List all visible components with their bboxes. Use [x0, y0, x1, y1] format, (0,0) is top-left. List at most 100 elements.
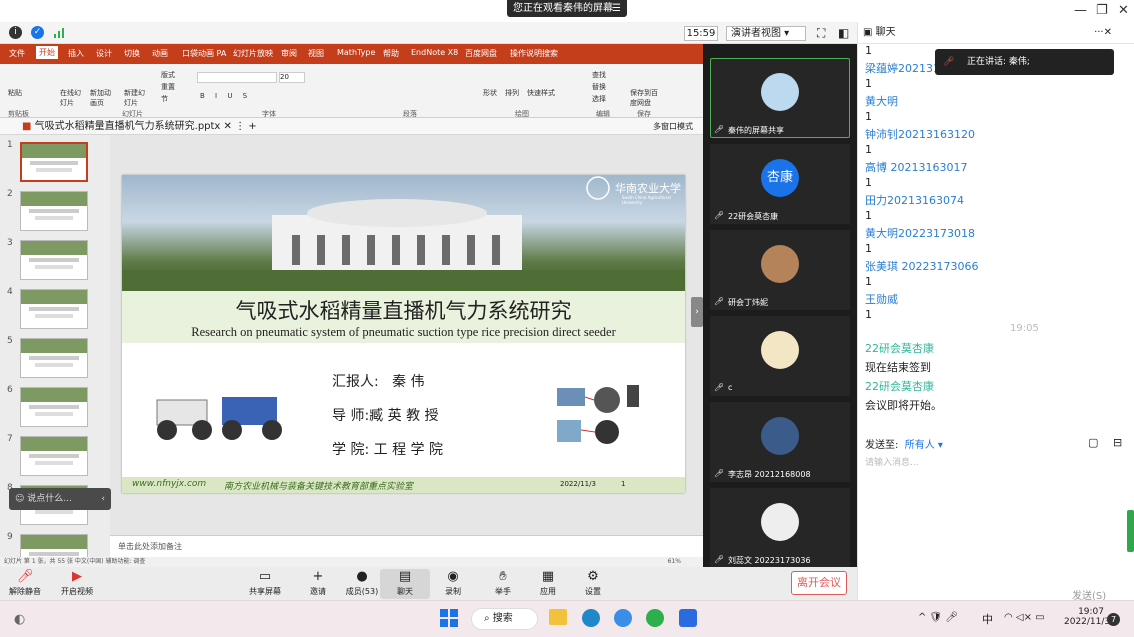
screen-share-banner[interactable]: 您正在观看秦伟的屏幕 ☰ [507, 0, 627, 17]
online-slides-button[interactable]: 在线幻灯片 [60, 88, 84, 108]
tab-transitions[interactable]: 切换 [124, 48, 140, 59]
raise-hand-button[interactable]: ✋︎ 举手 [478, 569, 528, 597]
ime-indicator[interactable]: 中 [982, 611, 993, 627]
screenshot-icon[interactable]: ⊟ [1113, 436, 1122, 449]
meeting-app-icon[interactable] [679, 609, 697, 627]
slide-thumbnail[interactable] [20, 191, 88, 231]
fullscreen-icon[interactable]: ⛶ [817, 26, 825, 41]
document-tab[interactable]: 气吸式水稻精量直播机气力系统研究.pptx [35, 121, 221, 132]
expand-panel-button[interactable]: › [691, 297, 703, 327]
replace-button[interactable]: 替换 [592, 82, 606, 92]
tab-review[interactable]: 审阅 [281, 48, 297, 59]
tab-endnote[interactable]: EndNote X8 [411, 48, 458, 57]
record-button[interactable]: ◉ 录制 [428, 569, 478, 597]
chat-sender[interactable]: 田力20213163074 [865, 192, 964, 208]
slide-thumbnail[interactable] [20, 142, 88, 182]
select-button[interactable]: 选择 [592, 94, 606, 104]
quick-style-button[interactable]: 快速样式 [527, 88, 555, 98]
widgets-icon[interactable]: ◐ [14, 612, 25, 627]
chat-sender[interactable]: 黄大明20223173018 [865, 225, 975, 241]
file-explorer-icon[interactable] [549, 609, 567, 625]
scroll-indicator[interactable] [1127, 510, 1134, 552]
signal-icon[interactable] [53, 26, 66, 39]
tab-baidu[interactable]: 百度网盘 [465, 48, 497, 59]
taskbar-clock[interactable]: 19:07 2022/11/3 [1064, 607, 1110, 627]
tab-search[interactable]: 操作说明搜索 [510, 48, 558, 59]
file-icon[interactable]: ▢ [1088, 436, 1098, 449]
chat-sender[interactable]: 高博 20213163017 [865, 159, 967, 175]
restore-icon[interactable]: ❐ [1096, 3, 1108, 18]
tab-slideshow[interactable]: 幻灯片放映 [233, 48, 273, 59]
notes-pane[interactable]: 单击此处添加备注 [110, 535, 703, 557]
invite-button[interactable]: + 邀请 [293, 569, 343, 597]
send-to-dropdown[interactable]: 所有人 ▾ [905, 440, 943, 451]
zoom-level[interactable]: 61% [668, 557, 681, 567]
network-volume-icons[interactable]: ◠ ◁× ▭ [1004, 612, 1045, 623]
chat-sender[interactable]: 钟沛钊20213163120 [865, 126, 975, 142]
layout-button[interactable]: 版式 [161, 70, 175, 80]
slide-thumbnail[interactable] [20, 338, 88, 378]
shield-icon[interactable]: ✓ [31, 26, 44, 39]
paste-button[interactable]: 粘贴 [8, 88, 22, 98]
tab-mathtype[interactable]: MathType [337, 48, 375, 57]
reset-button[interactable]: 重置 [161, 82, 175, 92]
taskbar-search[interactable]: ⌕ 搜索 [471, 608, 538, 630]
wechat-icon[interactable] [646, 609, 664, 627]
find-button[interactable]: 查找 [592, 70, 606, 80]
arrange-button[interactable]: 排列 [505, 88, 519, 98]
tab-file[interactable]: 文件 [9, 48, 25, 59]
slide-thumbnail[interactable] [20, 289, 88, 329]
chat-message: 现在结束签到 [865, 361, 931, 374]
chat-button[interactable]: ▤ 聊天 [380, 569, 430, 599]
tab-animations[interactable]: 动画 [152, 48, 168, 59]
chat-sender[interactable]: 张美琪 20223173066 [865, 258, 978, 274]
edge-icon[interactable] [582, 609, 600, 627]
start-icon[interactable] [440, 609, 458, 630]
save-baidu-button[interactable]: 保存到百度网盘 [630, 88, 660, 108]
apps-button[interactable]: ▦ 应用 [523, 569, 573, 597]
info-icon[interactable]: i [9, 26, 22, 39]
chat-sender[interactable]: 22研会莫杏康 [865, 340, 934, 356]
collapse-icon[interactable]: ‹ [101, 488, 105, 510]
shape-button[interactable]: 形状 [483, 88, 497, 98]
tab-home[interactable]: 开始 [36, 46, 58, 59]
browser-icon[interactable] [614, 609, 632, 627]
notification-badge[interactable]: 7 [1107, 613, 1120, 626]
layout-icon[interactable]: ◧ [838, 26, 849, 40]
new-slide-button[interactable]: 新建幻灯片 [124, 88, 148, 108]
tab-help[interactable]: 帮助 [383, 48, 399, 59]
close-tab-icon[interactable]: ✕ ⋮ + [224, 121, 257, 132]
minimize-icon[interactable]: — [1074, 3, 1087, 18]
tab-design[interactable]: 设计 [96, 48, 112, 59]
multi-window-button[interactable]: 多窗口模式 [653, 118, 693, 135]
tab-view[interactable]: 视图 [308, 48, 324, 59]
view-mode-dropdown[interactable]: 演讲者视图 ▾ [726, 26, 806, 41]
font-name-field[interactable] [197, 72, 277, 83]
tray-icons[interactable]: ^ 🛡︎ 🎤︎ [918, 612, 958, 623]
slide-thumbnail[interactable] [20, 240, 88, 280]
font-size-field[interactable]: 20 [279, 72, 305, 83]
section-button[interactable]: 节 [161, 94, 168, 104]
comment-box[interactable]: ☺ 说点什么... ‹ [9, 488, 111, 510]
chat-sender[interactable]: 黄大明 [865, 93, 898, 109]
share-screen-button[interactable]: ▭ 共享屏幕 [240, 569, 290, 597]
menu-icon[interactable]: ☰ [612, 0, 621, 17]
leave-meeting-button[interactable]: 离开会议 [791, 571, 847, 595]
tab-pocket-animation[interactable]: 口袋动画 PA [182, 48, 226, 59]
chat-close-icon[interactable]: ···✕ [1094, 22, 1112, 44]
new-animation-page-button[interactable]: 新加动画页 [90, 88, 114, 108]
emoji-icon[interactable]: ☺ [15, 494, 24, 504]
close-icon[interactable]: ✕ [1118, 3, 1129, 18]
unmute-button[interactable]: 🎤︎ 解除静音 [0, 569, 50, 597]
chat-input[interactable]: 请输入消息... [865, 455, 919, 468]
settings-button[interactable]: ⚙ 设置 [568, 569, 618, 597]
notes-placeholder: 单击此处添加备注 [118, 542, 182, 551]
slide-thumbnail[interactable] [20, 387, 88, 427]
font-format-buttons[interactable]: B I U S [200, 92, 251, 100]
chat-sender[interactable]: 王勋威 [865, 291, 898, 307]
chat-sender[interactable]: 22研会莫杏康 [865, 378, 934, 394]
video-button[interactable]: ▶ 开启视频 [52, 569, 102, 597]
tab-insert[interactable]: 插入 [68, 48, 84, 59]
slide-thumbnail[interactable] [20, 436, 88, 476]
seeder-machine-illustration [147, 385, 287, 445]
